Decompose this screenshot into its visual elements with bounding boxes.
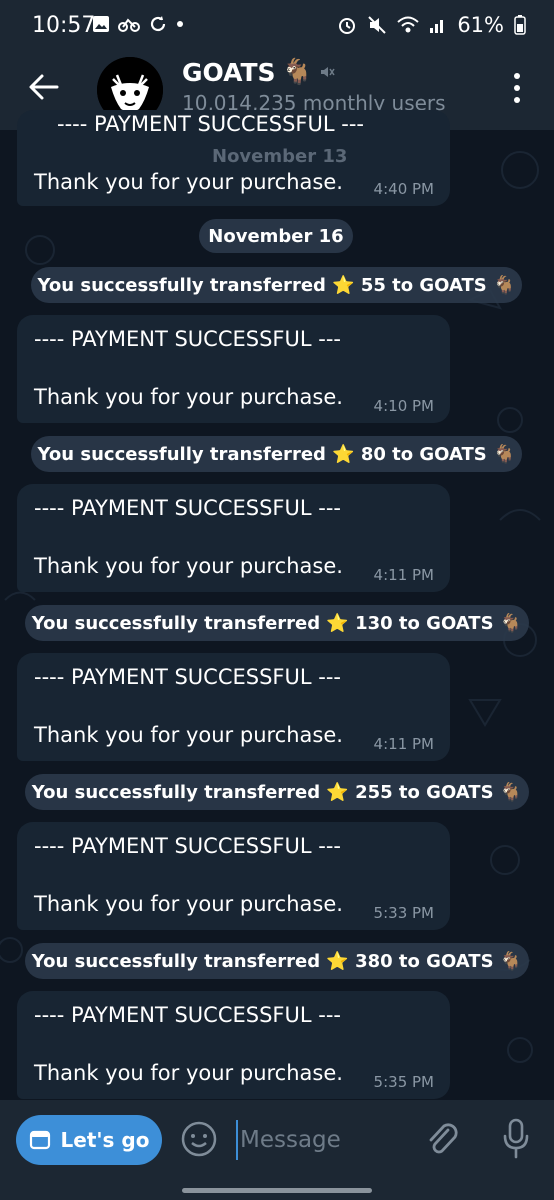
- message-time: 5:35 PM: [373, 1073, 434, 1091]
- service-message: You successfully transferred ⭐ 80 to GOA…: [31, 436, 522, 472]
- message-time: 4:11 PM: [373, 566, 434, 584]
- back-arrow-icon[interactable]: [27, 70, 61, 104]
- alarm-icon: [339, 18, 356, 34]
- bot-menu-label: Let's go: [60, 1128, 150, 1152]
- payment-heading: ---- PAYMENT SUCCESSFUL ---: [34, 327, 341, 351]
- payment-heading: ---- PAYMENT SUCCESSFUL ---: [34, 1003, 341, 1027]
- message-input[interactable]: [236, 1120, 416, 1160]
- message-bubble[interactable]: ---- PAYMENT SUCCESSFUL --- Thank you fo…: [17, 991, 450, 1099]
- service-text: You successfully transferred ⭐ 55 to GOA…: [37, 274, 516, 296]
- mute-icon: [368, 16, 387, 34]
- message-time: 5:33 PM: [373, 904, 434, 922]
- emoji-icon[interactable]: [180, 1120, 218, 1158]
- message-body: Thank you for your purchase.: [34, 1061, 343, 1085]
- message-body: Thank you for your purchase.: [34, 892, 343, 916]
- service-text: You successfully transferred ⭐ 130 to GO…: [31, 612, 523, 634]
- service-message: You successfully transferred ⭐ 55 to GOA…: [31, 267, 522, 303]
- message-time: 4:10 PM: [373, 397, 434, 415]
- service-message: You successfully transferred ⭐ 130 to GO…: [25, 605, 529, 641]
- payment-heading: ---- PAYMENT SUCCESSFUL ---: [34, 496, 341, 520]
- service-text: You successfully transferred ⭐ 255 to GO…: [31, 781, 523, 803]
- battery-percent: 61%: [457, 13, 504, 37]
- chat-title-text: GOATS: [182, 57, 276, 87]
- status-system-icons: 61%: [337, 13, 526, 37]
- message-bubble[interactable]: ---- PAYMENT SUCCESSFUL --- November 13 …: [17, 110, 450, 206]
- payment-heading: ---- PAYMENT SUCCESSFUL ---: [57, 112, 364, 136]
- service-text: You successfully transferred ⭐ 80 to GOA…: [37, 443, 516, 465]
- service-message: You successfully transferred ⭐ 380 to GO…: [25, 943, 529, 979]
- status-bar: 10:57 61%: [0, 0, 554, 54]
- message-bubble[interactable]: ---- PAYMENT SUCCESSFUL --- Thank you fo…: [17, 315, 450, 423]
- message-body: Thank you for your purchase.: [34, 385, 343, 409]
- signal-icon: [430, 20, 444, 33]
- microphone-icon[interactable]: [502, 1118, 530, 1160]
- wifi-icon: [397, 16, 419, 33]
- home-gesture-handle[interactable]: [182, 1188, 372, 1193]
- battery-icon: [514, 15, 526, 35]
- message-input-bar: Let's go: [0, 1100, 554, 1184]
- payment-heading: ---- PAYMENT SUCCESSFUL ---: [34, 665, 341, 689]
- service-message: You successfully transferred ⭐ 255 to GO…: [25, 774, 529, 810]
- message-body: Thank you for your purchase.: [34, 723, 343, 747]
- message-bubble[interactable]: ---- PAYMENT SUCCESSFUL --- Thank you fo…: [17, 822, 450, 930]
- muted-icon: [320, 67, 335, 77]
- message-time: 4:40 PM: [373, 180, 434, 198]
- message-bubble[interactable]: ---- PAYMENT SUCCESSFUL --- Thank you fo…: [17, 484, 450, 592]
- chat-title[interactable]: GOATS 🐐: [182, 57, 335, 87]
- sync-icon: [150, 16, 166, 32]
- payment-heading: ---- PAYMENT SUCCESSFUL ---: [34, 834, 341, 858]
- system-nav-bar: [0, 1184, 554, 1200]
- message-body: Thank you for your purchase.: [34, 554, 343, 578]
- message-body: Thank you for your purchase.: [34, 170, 343, 194]
- attach-icon[interactable]: [424, 1120, 460, 1160]
- dot-icon: [177, 21, 183, 27]
- bot-menu-button[interactable]: Let's go: [16, 1115, 162, 1165]
- date-overlay: November 13: [212, 146, 348, 167]
- status-notification-icons: [92, 14, 184, 34]
- date-separator-text: November 16: [208, 225, 344, 247]
- more-menu-icon[interactable]: [505, 70, 529, 106]
- message-bubble[interactable]: ---- PAYMENT SUCCESSFUL --- Thank you fo…: [17, 653, 450, 761]
- date-separator: November 16: [199, 219, 353, 253]
- app-window-icon: [29, 1130, 50, 1150]
- goat-emoji: 🐐: [281, 57, 313, 86]
- service-text: You successfully transferred ⭐ 380 to GO…: [31, 950, 523, 972]
- status-time: 10:57: [32, 13, 96, 38]
- gallery-icon: [93, 16, 109, 32]
- message-time: 4:11 PM: [373, 735, 434, 753]
- bike-icon: [118, 18, 140, 32]
